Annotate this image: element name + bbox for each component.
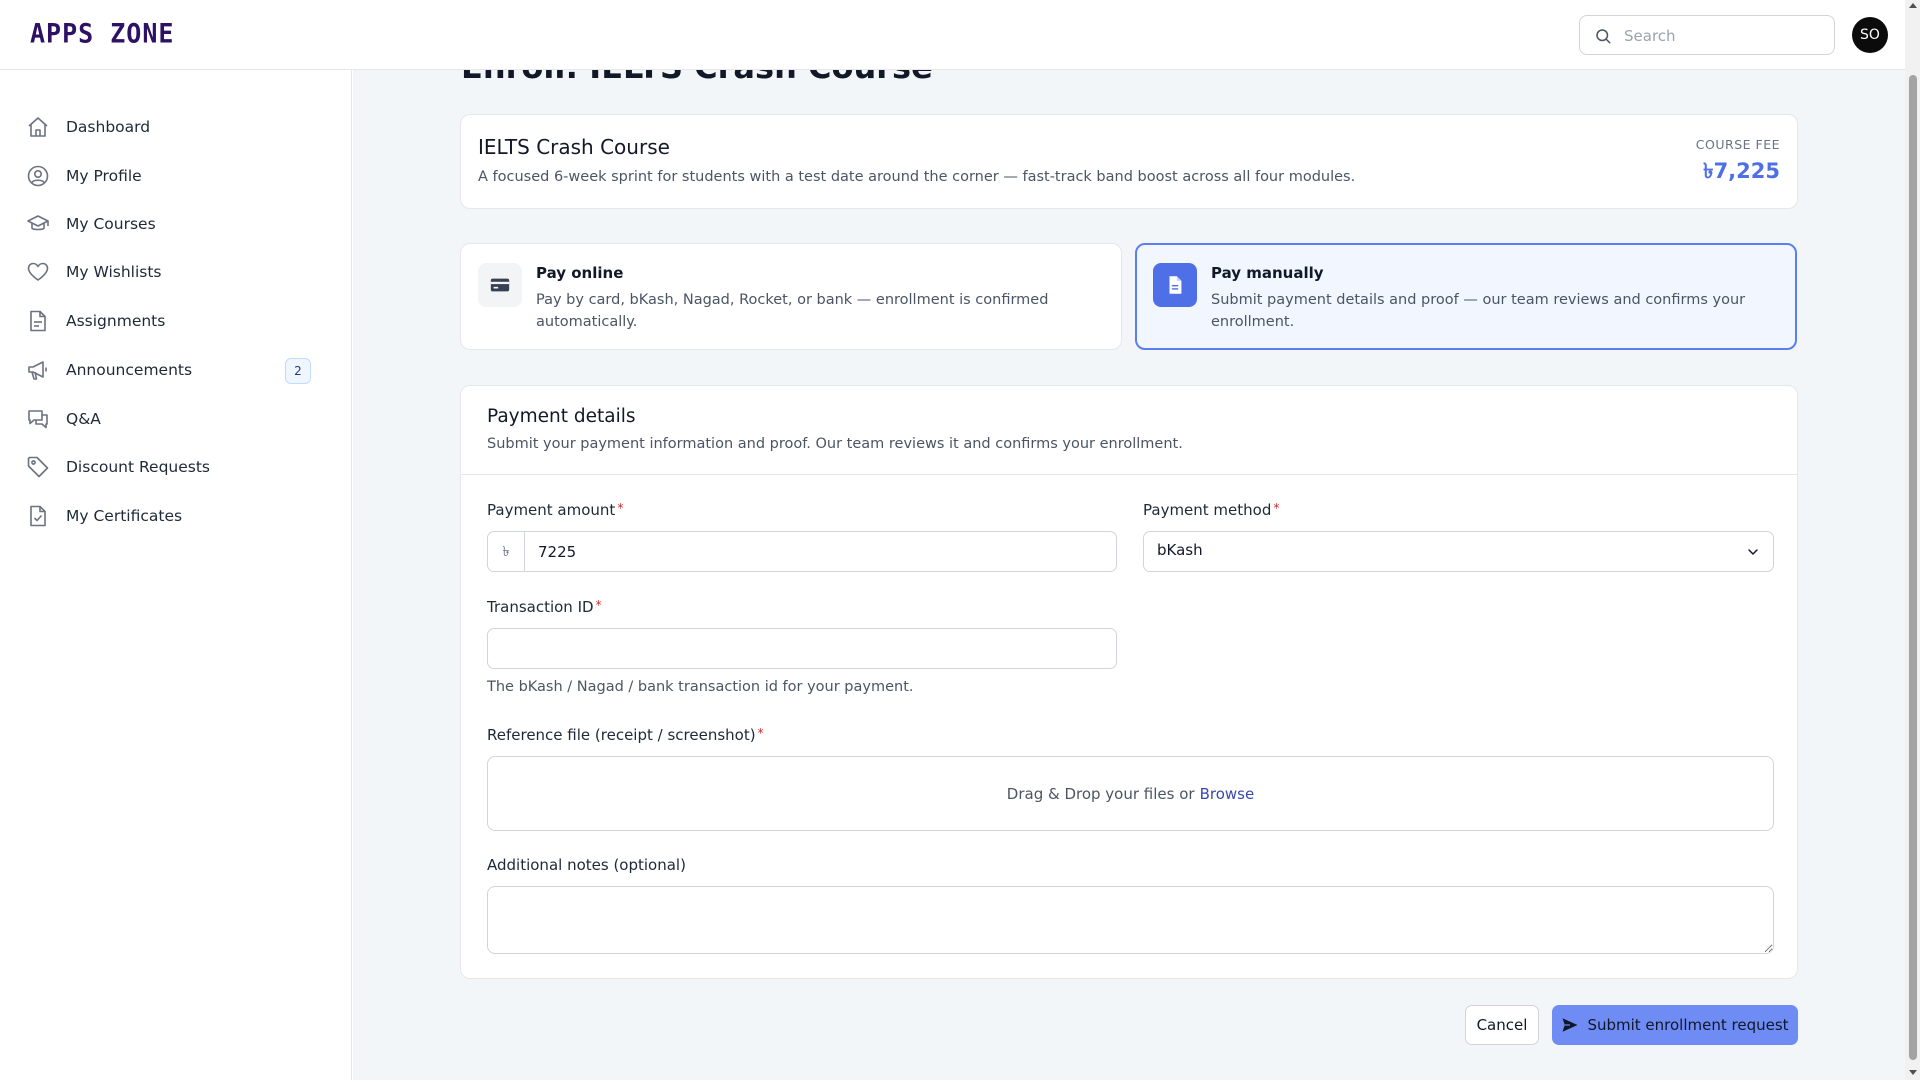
file-dropzone[interactable]: Drag & Drop your files or Browse	[487, 756, 1774, 831]
announcements-count-badge: 2	[285, 358, 311, 384]
additional-notes-textarea[interactable]	[487, 886, 1774, 954]
pay-manually-option[interactable]: Pay manually Submit payment details and …	[1135, 243, 1797, 350]
transaction-id-label: Transaction ID *	[487, 598, 602, 616]
payment-details-card: Payment details Submit your payment info…	[460, 385, 1798, 979]
sidebar-item-my-wishlists[interactable]: My Wishlists	[26, 252, 326, 292]
sidebar-item-my-profile[interactable]: My Profile	[26, 156, 326, 196]
transaction-id-field[interactable]	[487, 628, 1117, 669]
tag-icon	[27, 456, 49, 478]
app-logo[interactable]: APPS ZONE	[30, 18, 174, 48]
required-mark: *	[1273, 501, 1280, 515]
submit-enrollment-label: Submit enrollment request	[1587, 1016, 1789, 1034]
payment-amount-label-text: Payment amount	[487, 501, 616, 519]
transaction-id-hint: The bKash / Nagad / bank transaction id …	[487, 679, 914, 695]
credit-card-icon	[478, 263, 522, 307]
reference-file-label: Reference file (receipt / screenshot) *	[487, 726, 764, 744]
pay-online-option[interactable]: Pay online Pay by card, bKash, Nagad, Ro…	[460, 243, 1122, 350]
pay-option-title: Pay online	[536, 264, 624, 282]
sidebar-item-label: Q&A	[66, 410, 101, 428]
sidebar-item-my-courses[interactable]: My Courses	[26, 204, 326, 244]
payment-details-subtitle: Submit your payment information and proo…	[487, 436, 1183, 452]
home-icon	[28, 117, 48, 137]
sidebar-item-qa[interactable]: Q&A	[26, 399, 326, 439]
file-icon	[1153, 263, 1197, 307]
course-summary-card: IELTS Crash Course A focused 6-week spri…	[460, 114, 1798, 209]
submit-enrollment-button[interactable]: Submit enrollment request	[1552, 1005, 1798, 1045]
search-icon	[1596, 29, 1611, 44]
sidebar: Dashboard My Profile My Courses My Wishl…	[0, 70, 352, 1080]
sidebar-item-assignments[interactable]: Assignments	[26, 301, 326, 341]
search-input[interactable]	[1624, 25, 1824, 47]
dropzone-text: Drag & Drop your files or	[1006, 784, 1195, 803]
page-title: Enroll: IELTS Crash Course	[461, 70, 933, 86]
sidebar-item-announcements[interactable]: Announcements 2	[26, 350, 326, 390]
sidebar-item-label: Assignments	[66, 312, 166, 330]
sidebar-item-label: My Profile	[66, 167, 142, 185]
course-title: IELTS Crash Course	[478, 135, 670, 159]
course-description: A focused 6-week sprint for students wit…	[478, 169, 1356, 185]
scroll-down-arrow-icon[interactable]	[1908, 1070, 1917, 1075]
payment-amount-field[interactable]: ৳	[487, 531, 1117, 572]
sidebar-item-label: My Wishlists	[66, 263, 162, 281]
currency-prefix: ৳	[488, 532, 525, 571]
sidebar-item-label: Discount Requests	[66, 458, 211, 476]
sidebar-item-label: Announcements	[66, 361, 193, 379]
payment-method-select[interactable]: bKash	[1143, 531, 1774, 572]
required-mark: *	[595, 598, 602, 612]
send-icon	[1562, 1018, 1578, 1032]
search-box[interactable]	[1579, 15, 1835, 55]
course-fee-label: COURSE FEE	[1695, 137, 1780, 152]
pay-option-description: Pay by card, bKash, Nagad, Rocket, or ba…	[536, 292, 1049, 330]
payment-details-title: Payment details	[487, 406, 636, 427]
payment-method-value: bKash	[1157, 541, 1203, 559]
page-scrollbar[interactable]	[1905, 0, 1920, 1080]
chevron-down-icon	[1748, 549, 1758, 555]
scroll-up-arrow-icon[interactable]	[1908, 3, 1917, 8]
payment-amount-input[interactable]	[538, 541, 1098, 563]
graduation-cap-icon	[27, 215, 49, 231]
megaphone-icon	[28, 361, 47, 380]
document-icon	[30, 310, 46, 332]
additional-notes-label: Additional notes (optional)	[487, 856, 686, 874]
payment-method-label-text: Payment method	[1143, 501, 1272, 519]
pay-option-description: Submit payment details and proof — our t…	[1211, 292, 1746, 330]
payment-method-label: Payment method *	[1143, 501, 1279, 519]
reference-file-label-text: Reference file (receipt / screenshot)	[487, 726, 756, 744]
cancel-button[interactable]: Cancel	[1465, 1005, 1539, 1045]
main-content: Enroll: IELTS Crash Course IELTS Crash C…	[353, 70, 1905, 1080]
required-mark: *	[617, 501, 624, 515]
required-mark: *	[757, 726, 764, 740]
certificate-icon	[30, 505, 46, 527]
transaction-id-input[interactable]	[501, 638, 1101, 660]
transaction-id-label-text: Transaction ID	[487, 598, 594, 616]
sidebar-item-dashboard[interactable]: Dashboard	[26, 107, 326, 147]
sidebar-item-label: Dashboard	[66, 118, 151, 136]
payment-amount-label: Payment amount *	[487, 501, 623, 519]
sidebar-item-discount-requests[interactable]: Discount Requests	[26, 447, 326, 487]
browse-link[interactable]: Browse	[1200, 785, 1255, 803]
scrollbar-thumb[interactable]	[1909, 75, 1917, 1060]
pay-option-title: Pay manually	[1211, 264, 1324, 282]
chat-bubbles-icon	[28, 410, 48, 429]
user-circle-icon	[27, 165, 49, 187]
top-header: APPS ZONE SO	[0, 0, 1905, 70]
course-fee-value: ৳7,225	[1703, 159, 1780, 183]
sidebar-item-label: My Courses	[66, 215, 156, 233]
sidebar-item-my-certificates[interactable]: My Certificates	[26, 496, 326, 536]
heart-icon	[27, 262, 49, 281]
sidebar-item-label: My Certificates	[66, 507, 183, 525]
user-avatar[interactable]: SO	[1852, 17, 1888, 53]
divider	[461, 474, 1797, 475]
